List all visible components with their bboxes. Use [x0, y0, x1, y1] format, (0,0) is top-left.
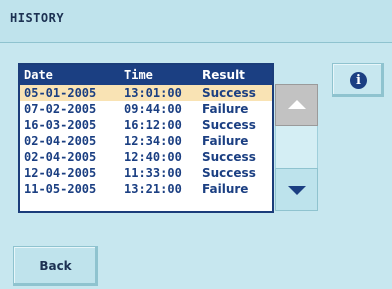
list-row[interactable]: 05-01-2005 13:01:00 Success: [20, 85, 272, 101]
back-button[interactable]: Back: [13, 246, 98, 286]
row-result: Success: [202, 86, 256, 100]
triangle-down-icon: [288, 186, 306, 195]
row-result: Failure: [202, 134, 249, 148]
title-bar: HISTORY: [0, 0, 392, 43]
page-title: HISTORY: [10, 11, 65, 25]
back-button-label: Back: [39, 259, 72, 273]
row-result: Failure: [202, 182, 249, 196]
row-time: 12:40:00: [124, 150, 182, 164]
list-row[interactable]: 07-02-2005 09:44:00 Failure: [20, 101, 272, 117]
row-date: 07-02-2005: [24, 102, 97, 116]
row-result: Success: [202, 166, 256, 180]
row-date: 11-05-2005: [24, 182, 97, 196]
list-row[interactable]: 12-04-2005 11:33:00 Success: [20, 165, 272, 181]
list-row[interactable]: 16-03-2005 16:12:00 Success: [20, 117, 272, 133]
scroll-down-button[interactable]: [275, 168, 318, 211]
column-header-date: Date: [24, 68, 53, 82]
row-time: 09:44:00: [124, 102, 182, 116]
row-date: 02-04-2005: [24, 150, 97, 164]
row-time: 12:34:00: [124, 134, 182, 148]
info-icon: i: [350, 72, 367, 89]
column-header-result: Result: [202, 68, 245, 82]
row-result: Success: [202, 150, 256, 164]
triangle-up-icon: [288, 100, 306, 109]
row-time: 16:12:00: [124, 118, 182, 132]
row-time: 11:33:00: [124, 166, 182, 180]
scroll-up-button[interactable]: [275, 84, 318, 126]
history-list[interactable]: Date Time Result 05-01-2005 13:01:00 Suc…: [18, 63, 274, 213]
row-result: Failure: [202, 102, 249, 116]
list-header: Date Time Result: [20, 65, 272, 85]
info-button[interactable]: i: [332, 63, 384, 97]
list-row[interactable]: 02-04-2005 12:40:00 Success: [20, 149, 272, 165]
row-result: Success: [202, 118, 256, 132]
row-time: 13:01:00: [124, 86, 182, 100]
row-date: 16-03-2005: [24, 118, 97, 132]
column-header-time: Time: [124, 68, 153, 82]
row-date: 12-04-2005: [24, 166, 97, 180]
row-date: 05-01-2005: [24, 86, 97, 100]
row-date: 02-04-2005: [24, 134, 97, 148]
row-time: 13:21:00: [124, 182, 182, 196]
list-row[interactable]: 11-05-2005 13:21:00 Failure: [20, 181, 272, 197]
list-row[interactable]: 02-04-2005 12:34:00 Failure: [20, 133, 272, 149]
scroll-track[interactable]: [275, 126, 318, 168]
